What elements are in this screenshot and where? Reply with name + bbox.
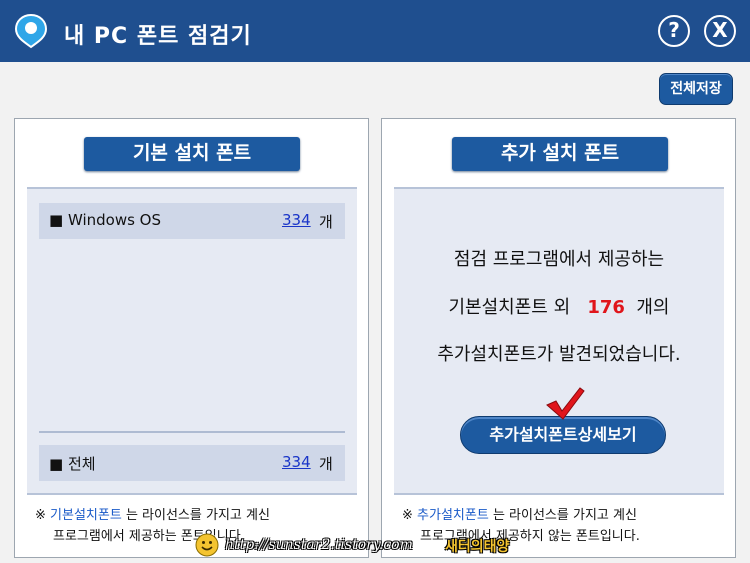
divider <box>39 431 345 433</box>
row-unit: 개 <box>319 213 333 231</box>
check-mark-icon <box>546 387 585 420</box>
footnote-mark: ※ <box>402 508 413 523</box>
additional-fonts-message-area: 점검 프로그램에서 제공하는 기본설치폰트 외 176 개의 추가설치폰트가 발… <box>394 187 724 495</box>
message-line-1: 점검 프로그램에서 제공하는 <box>453 249 665 270</box>
total-count-link[interactable]: 334 <box>282 453 311 471</box>
additional-fonts-header: 추가 설치 폰트 <box>452 137 668 171</box>
message-line-2-suffix: 개의 <box>636 297 670 318</box>
row-unit: 개 <box>319 455 333 473</box>
title-bar: 내 PC 폰트 점검기 ? X <box>0 0 750 62</box>
additional-fonts-footnote-term: 추가설치폰트 <box>417 508 489 523</box>
additional-font-count: 176 <box>587 297 625 318</box>
additional-fonts-panel: 추가 설치 폰트 점검 프로그램에서 제공하는 기본설치폰트 외 176 개의 … <box>381 118 736 558</box>
window-title: 내 PC 폰트 점검기 <box>64 24 252 49</box>
row-label: ■ 전체 <box>49 455 96 473</box>
help-icon[interactable]: ? <box>658 15 690 47</box>
location-pin-icon <box>14 13 48 49</box>
watermark-name: 새터의태양 <box>445 539 510 555</box>
message-line-2-prefix: 기본설치폰트 외 <box>448 297 571 318</box>
row-label: ■ Windows OS <box>49 211 161 229</box>
basic-fonts-header: 기본 설치 폰트 <box>84 137 300 171</box>
basic-fonts-panel: 기본 설치 폰트 ■ Windows OS 334 개 ■ 전체 334 개 ※… <box>14 118 369 558</box>
footnote-mark: ※ <box>35 508 46 523</box>
basic-fonts-list: ■ Windows OS 334 개 ■ 전체 334 개 <box>27 187 357 495</box>
watermark-url: http://sunstar2.tistory.com <box>225 537 413 553</box>
windows-os-count-link[interactable]: 334 <box>282 211 311 229</box>
message-line-3: 추가설치폰트가 발견되었습니다. <box>437 344 681 365</box>
close-icon[interactable]: X <box>704 15 736 47</box>
smiley-icon <box>195 533 219 557</box>
save-all-button[interactable]: 전체저장 <box>659 73 733 105</box>
message-line-2: 기본설치폰트 외 176 개의 <box>394 293 724 319</box>
list-item-total: ■ 전체 334 개 <box>39 445 345 481</box>
list-item-windows-os: ■ Windows OS 334 개 <box>39 203 345 239</box>
footnote-text: 는 라이선스를 가지고 계신 <box>125 508 270 523</box>
footnote-text: 는 라이선스를 가지고 계신 <box>492 508 637 523</box>
basic-fonts-footnote-term: 기본설치폰트 <box>50 508 122 523</box>
